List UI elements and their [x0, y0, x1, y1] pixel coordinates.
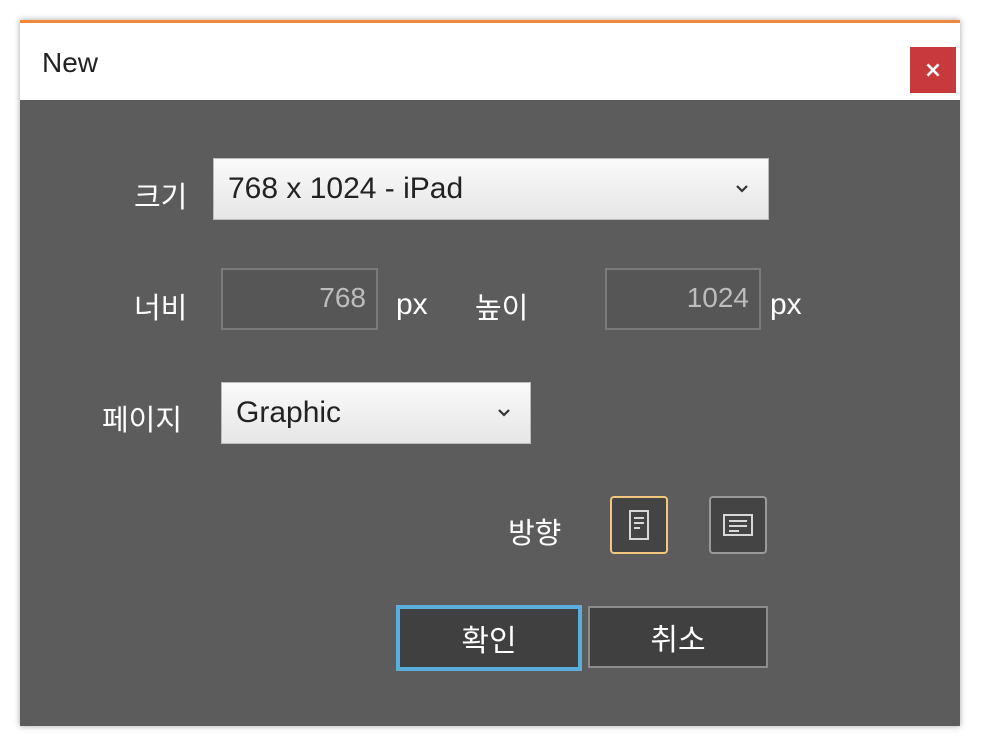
height-label: 높이 — [475, 291, 529, 325]
chevron-down-icon — [498, 409, 510, 417]
dialog-title: New — [42, 47, 99, 78]
width-input[interactable]: 768 — [221, 268, 378, 330]
landscape-orientation-button[interactable] — [709, 496, 767, 554]
page-type-select-value: Graphic — [236, 396, 342, 429]
chevron-down-icon — [736, 185, 748, 193]
size-label: 크기 — [134, 180, 188, 214]
landscape-page-icon — [723, 514, 753, 536]
width-label: 너비 — [134, 291, 188, 325]
height-input[interactable]: 1024 — [605, 268, 761, 330]
close-button[interactable]: × — [910, 47, 956, 93]
height-unit: px — [770, 288, 802, 321]
portrait-page-icon — [629, 510, 649, 540]
screen: New × 크기 768 x 1024 - iPad 너비 768 px 높이 … — [0, 0, 985, 750]
size-select[interactable]: 768 x 1024 - iPad — [213, 158, 769, 220]
new-document-dialog: New × 크기 768 x 1024 - iPad 너비 768 px 높이 … — [20, 20, 960, 726]
portrait-orientation-button[interactable] — [610, 496, 668, 554]
close-icon: × — [923, 57, 943, 83]
ok-button[interactable]: 확인 — [396, 605, 582, 671]
size-select-value: 768 x 1024 - iPad — [228, 172, 464, 205]
title-bar[interactable]: New × — [20, 20, 960, 100]
page-type-label: 페이지 — [102, 403, 183, 437]
width-unit: px — [396, 288, 428, 321]
cancel-button[interactable]: 취소 — [588, 606, 768, 668]
orientation-label: 방향 — [508, 516, 562, 550]
page-type-select[interactable]: Graphic — [221, 382, 531, 444]
